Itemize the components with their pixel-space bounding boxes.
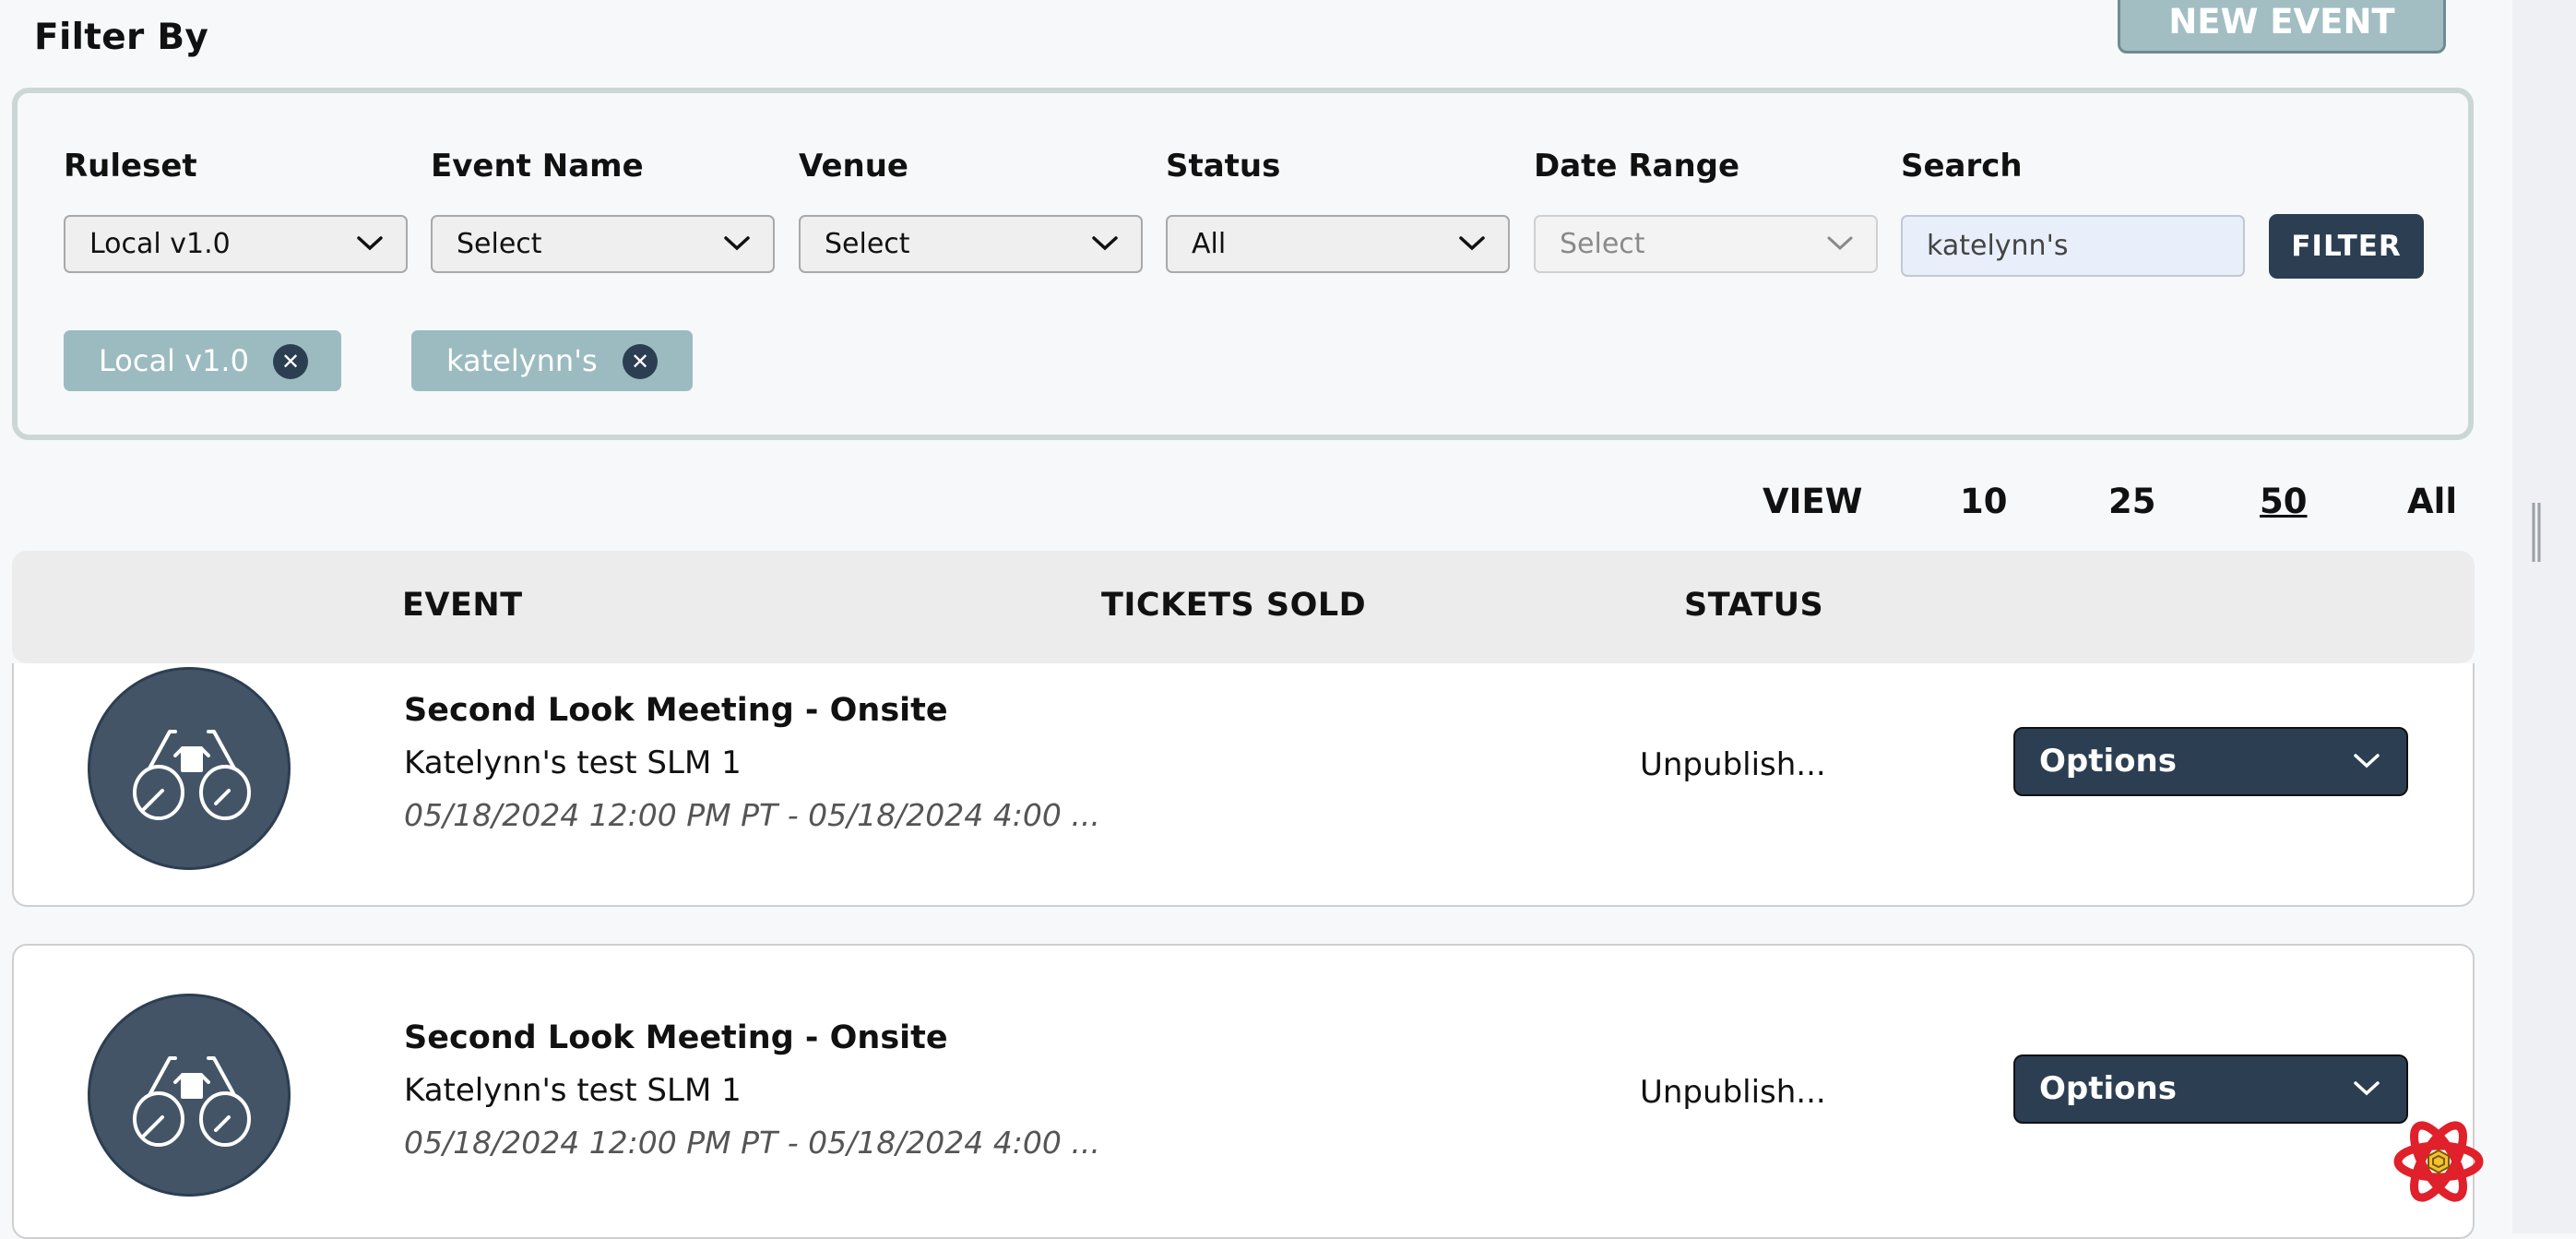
filter-chip: Local v1.0 ✕ xyxy=(64,330,341,391)
chevron-down-icon xyxy=(2354,1081,2380,1096)
venue-select[interactable]: Select xyxy=(799,215,1143,273)
scrollbar-track[interactable] xyxy=(2512,0,2576,1233)
ruleset-label: Ruleset xyxy=(64,148,197,185)
event-subtitle: Katelynn's test SLM 1 xyxy=(404,745,742,781)
scrollbar-handle[interactable] xyxy=(2532,503,2541,562)
view-label: VIEW xyxy=(1763,482,1863,521)
column-header-status: STATUS xyxy=(1684,587,1824,624)
chevron-down-icon xyxy=(1092,236,1118,251)
view-option-10[interactable]: 10 xyxy=(1960,482,2008,521)
search-input-value: katelynn's xyxy=(1927,230,2069,262)
ruleset-select[interactable]: Local v1.0 xyxy=(64,215,408,273)
venue-value: Select xyxy=(825,228,910,260)
status-value: All xyxy=(1192,228,1227,260)
search-label: Search xyxy=(1901,148,2023,185)
new-event-button[interactable]: NEW EVENT xyxy=(2118,0,2446,54)
filter-by-title: Filter By xyxy=(34,17,209,58)
close-icon[interactable]: ✕ xyxy=(273,344,308,379)
status-select[interactable]: All xyxy=(1166,215,1510,273)
binoculars-icon xyxy=(133,1056,251,1147)
view-option-50[interactable]: 50 xyxy=(2260,482,2308,521)
chevron-down-icon xyxy=(357,236,383,251)
column-header-tickets-sold: TICKETS SOLD xyxy=(1101,587,1367,624)
ruleset-value: Local v1.0 xyxy=(89,228,231,260)
event-subtitle: Katelynn's test SLM 1 xyxy=(404,1072,742,1109)
venue-label: Venue xyxy=(799,148,908,185)
event-name-label: Event Name xyxy=(431,148,644,185)
event-title[interactable]: Second Look Meeting - Onsite xyxy=(404,692,948,729)
view-option-25[interactable]: 25 xyxy=(2108,482,2156,521)
react-icon[interactable] xyxy=(2392,1115,2485,1208)
event-status: Unpublish... xyxy=(1640,746,1826,783)
event-name-value: Select xyxy=(457,228,542,260)
event-avatar xyxy=(88,994,291,1197)
status-label: Status xyxy=(1166,148,1281,185)
options-label: Options xyxy=(2039,743,2177,780)
search-input[interactable]: katelynn's xyxy=(1901,215,2245,277)
event-avatar xyxy=(88,667,291,870)
event-date: 05/18/2024 12:00 PM PT - 05/18/2024 4:00… xyxy=(404,797,1100,833)
close-icon[interactable]: ✕ xyxy=(623,344,658,379)
chevron-down-icon xyxy=(1827,236,1853,251)
event-date: 05/18/2024 12:00 PM PT - 05/18/2024 4:00… xyxy=(404,1125,1100,1161)
event-title[interactable]: Second Look Meeting - Onsite xyxy=(404,1019,948,1056)
date-range-value: Select xyxy=(1560,228,1645,260)
options-button[interactable]: Options xyxy=(2013,1054,2408,1124)
options-label: Options xyxy=(2039,1070,2177,1107)
event-status: Unpublish... xyxy=(1640,1074,1826,1111)
filter-chip: katelynn's ✕ xyxy=(411,330,693,391)
chevron-down-icon xyxy=(724,236,750,251)
date-range-label: Date Range xyxy=(1534,148,1740,185)
event-name-select[interactable]: Select xyxy=(431,215,775,273)
chevron-down-icon xyxy=(2354,754,2380,768)
filter-button[interactable]: FILTER xyxy=(2269,214,2424,279)
filter-chip-label: katelynn's xyxy=(446,343,598,378)
column-header-event: EVENT xyxy=(402,587,523,624)
filter-chip-label: Local v1.0 xyxy=(99,343,249,378)
binoculars-icon xyxy=(133,730,251,820)
view-option-all[interactable]: All xyxy=(2407,482,2457,521)
chevron-down-icon xyxy=(1459,236,1485,251)
date-range-select[interactable]: Select xyxy=(1534,215,1878,273)
options-button[interactable]: Options xyxy=(2013,727,2408,796)
